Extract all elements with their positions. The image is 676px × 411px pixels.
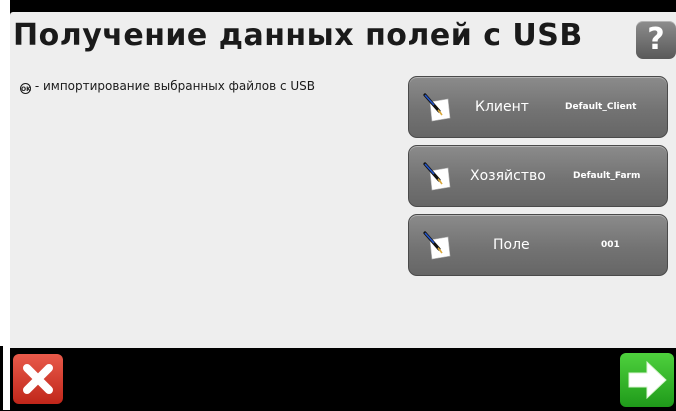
farm-label: Хозяйство: [470, 168, 546, 184]
farm-button[interactable]: Хозяйство Default_Farm: [408, 145, 668, 207]
left-edge-bar: [0, 0, 10, 410]
import-instruction: OK - импортирование выбранных файлов с U…: [20, 80, 360, 94]
edit-note-icon: [423, 162, 451, 191]
client-value: Default_Client: [565, 102, 637, 112]
edge-marker: [0, 346, 3, 410]
ok-icon: OK: [20, 83, 31, 94]
cancel-button[interactable]: [13, 354, 63, 404]
instruction-text: - импортирование выбранных файлов с USB: [34, 79, 315, 93]
field-label: Поле: [493, 237, 530, 253]
close-icon: [23, 364, 53, 394]
client-button[interactable]: Клиент Default_Client: [408, 76, 668, 138]
field-button[interactable]: Поле 001: [408, 214, 668, 276]
edit-note-icon: [423, 231, 451, 260]
bottom-bar: [10, 348, 676, 410]
arrow-right-icon: [628, 360, 667, 400]
help-button[interactable]: ?: [636, 21, 676, 59]
next-button[interactable]: [620, 353, 674, 407]
edit-note-icon: [423, 93, 451, 122]
client-label: Клиент: [475, 99, 529, 115]
farm-value: Default_Farm: [573, 171, 641, 181]
main-panel: Получение данных полей с USB ? OK - импо…: [10, 12, 676, 348]
field-value: 001: [601, 240, 620, 250]
page-title: Получение данных полей с USB: [13, 18, 583, 53]
